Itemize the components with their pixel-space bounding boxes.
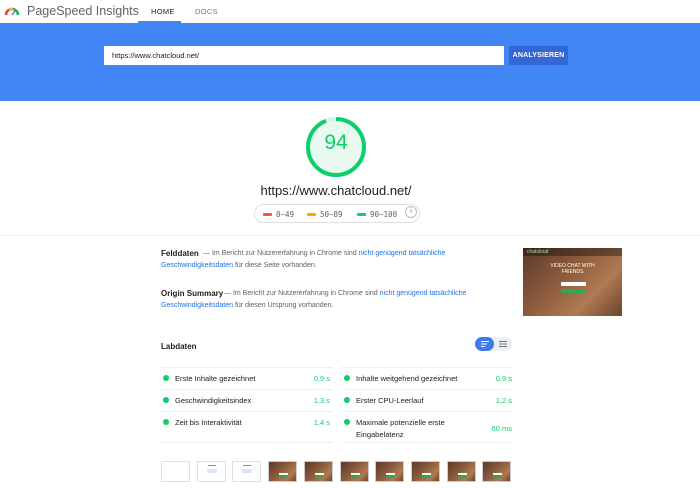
metric-divider bbox=[342, 389, 512, 390]
screenshot-headline: VIDEO CHAT WITH FRIENDS bbox=[523, 263, 622, 275]
field-data-text-end: für diese Seite vorhanden. bbox=[234, 262, 317, 269]
view-toggle[interactable] bbox=[475, 337, 512, 351]
legend-average-marker bbox=[307, 212, 316, 216]
metric-value: 1,4 s bbox=[313, 418, 330, 427]
field-data-desc-line2: Geschwindigkeitsdaten für diese Seite vo… bbox=[161, 260, 506, 272]
metric-value: 0,9 s bbox=[495, 374, 512, 383]
origin-summary-desc-line1: — Im Bericht zur Nutzererfahrung in Chro… bbox=[224, 288, 514, 300]
section-divider bbox=[0, 235, 700, 236]
metric-status-icon bbox=[344, 375, 350, 381]
screenshot-logo: chatcloud bbox=[527, 249, 549, 255]
url-input[interactable] bbox=[104, 46, 504, 65]
metric-status-icon bbox=[163, 397, 169, 403]
metric-value: 1,2 s bbox=[495, 396, 512, 405]
brand-title: PageSpeed Insights bbox=[27, 4, 139, 18]
legend-average-label: 50–89 bbox=[320, 210, 343, 219]
metric-status-icon bbox=[163, 375, 169, 381]
field-data-title: Felddaten bbox=[161, 249, 199, 258]
legend-item-average: 50–89 bbox=[307, 210, 343, 219]
metric-value: 60 ms bbox=[491, 424, 512, 433]
metric-label: Inhalte weitgehend gezeichnet bbox=[356, 374, 458, 383]
field-data-link[interactable]: nicht genügend tatsächliche bbox=[359, 250, 446, 257]
metric-label: Erster CPU-Leerlauf bbox=[356, 396, 424, 405]
metric-divider bbox=[161, 411, 333, 412]
metric-divider bbox=[161, 442, 333, 443]
filmstrip-frame bbox=[447, 461, 476, 482]
legend-poor-label: 0–49 bbox=[276, 210, 295, 219]
field-data-link-cont[interactable]: Geschwindigkeitsdaten bbox=[161, 262, 233, 269]
performance-score: 94 bbox=[324, 131, 348, 154]
lab-data-title: Labdaten bbox=[161, 342, 197, 351]
tab-home[interactable]: HOME bbox=[151, 7, 175, 16]
metric-status-icon bbox=[163, 419, 169, 425]
legend-item-good: 90–100 bbox=[357, 210, 397, 219]
filmstrip-frame bbox=[232, 461, 261, 482]
analyzed-url: https://www.chatcloud.net/ bbox=[260, 183, 412, 198]
metric-value: 1,3 s bbox=[313, 396, 330, 405]
filmstrip-frame bbox=[304, 461, 333, 482]
legend-good-label: 90–100 bbox=[370, 210, 398, 219]
view-toggle-active[interactable] bbox=[475, 337, 494, 351]
final-screenshot: chatcloud VIDEO CHAT WITH FRIENDS bbox=[523, 248, 622, 316]
screenshot-button-shape bbox=[561, 289, 586, 293]
metric-divider bbox=[342, 442, 512, 443]
legend-poor-marker bbox=[263, 212, 272, 216]
origin-summary-link-cont[interactable]: Geschwindigkeitsdaten bbox=[161, 302, 233, 309]
origin-summary-link[interactable]: nicht genügend tatsächliche bbox=[380, 290, 467, 297]
filmstrip-frame bbox=[161, 461, 190, 482]
metric-value: 0,9 s bbox=[313, 374, 330, 383]
metric-status-icon bbox=[344, 419, 350, 425]
metric-label: Erste Inhalte gezeichnet bbox=[175, 374, 256, 383]
metric-divider bbox=[342, 367, 512, 368]
metric-divider bbox=[342, 411, 512, 412]
legend-good-marker bbox=[357, 212, 366, 216]
detail-view-icon bbox=[499, 341, 507, 347]
origin-summary-text: — Im Bericht zur Nutzererfahrung in Chro… bbox=[224, 290, 378, 297]
field-data-text: — Im Bericht zur Nutzererfahrung in Chro… bbox=[203, 250, 357, 257]
filmstrip-frame bbox=[375, 461, 404, 482]
origin-summary-text-end: für diesen Ursprung vorhanden. bbox=[234, 302, 334, 309]
metric-label: Geschwindigkeitsindex bbox=[175, 396, 252, 405]
filmstrip-frame bbox=[482, 461, 511, 482]
metric-label: Maximale potenzielle erste bbox=[356, 418, 445, 427]
list-view-icon bbox=[481, 341, 489, 347]
pagespeed-logo-icon bbox=[4, 7, 20, 16]
field-data-desc-line1: — Im Bericht zur Nutzererfahrung in Chro… bbox=[203, 248, 503, 260]
filmstrip-frame bbox=[197, 461, 226, 482]
legend-item-poor: 0–49 bbox=[263, 210, 294, 219]
info-icon[interactable]: i bbox=[405, 206, 417, 218]
origin-summary-desc-line2: Geschwindigkeitsdaten für diesen Ursprun… bbox=[161, 300, 506, 312]
filmstrip-frame bbox=[268, 461, 297, 482]
origin-summary-title: Origin Summary bbox=[161, 289, 224, 298]
metric-label-line2: Eingabelatenz bbox=[356, 430, 404, 439]
screenshot-input-shape bbox=[561, 282, 586, 286]
filmstrip-frame bbox=[411, 461, 440, 482]
metric-label: Zeit bis Interaktivität bbox=[175, 418, 242, 427]
score-legend: 0–49 50–89 90–100 bbox=[254, 204, 420, 223]
top-nav: PageSpeed Insights HOME DOCS bbox=[0, 0, 700, 23]
tab-docs[interactable]: DOCS bbox=[195, 7, 218, 16]
metric-status-icon bbox=[344, 397, 350, 403]
filmstrip-frame bbox=[340, 461, 369, 482]
metric-divider bbox=[161, 367, 333, 368]
search-banner: ANALYSIEREN bbox=[0, 23, 700, 101]
screenshot-headline-line2: FRIENDS bbox=[561, 269, 584, 275]
analyze-button[interactable]: ANALYSIEREN bbox=[509, 46, 568, 65]
metric-divider bbox=[161, 389, 333, 390]
